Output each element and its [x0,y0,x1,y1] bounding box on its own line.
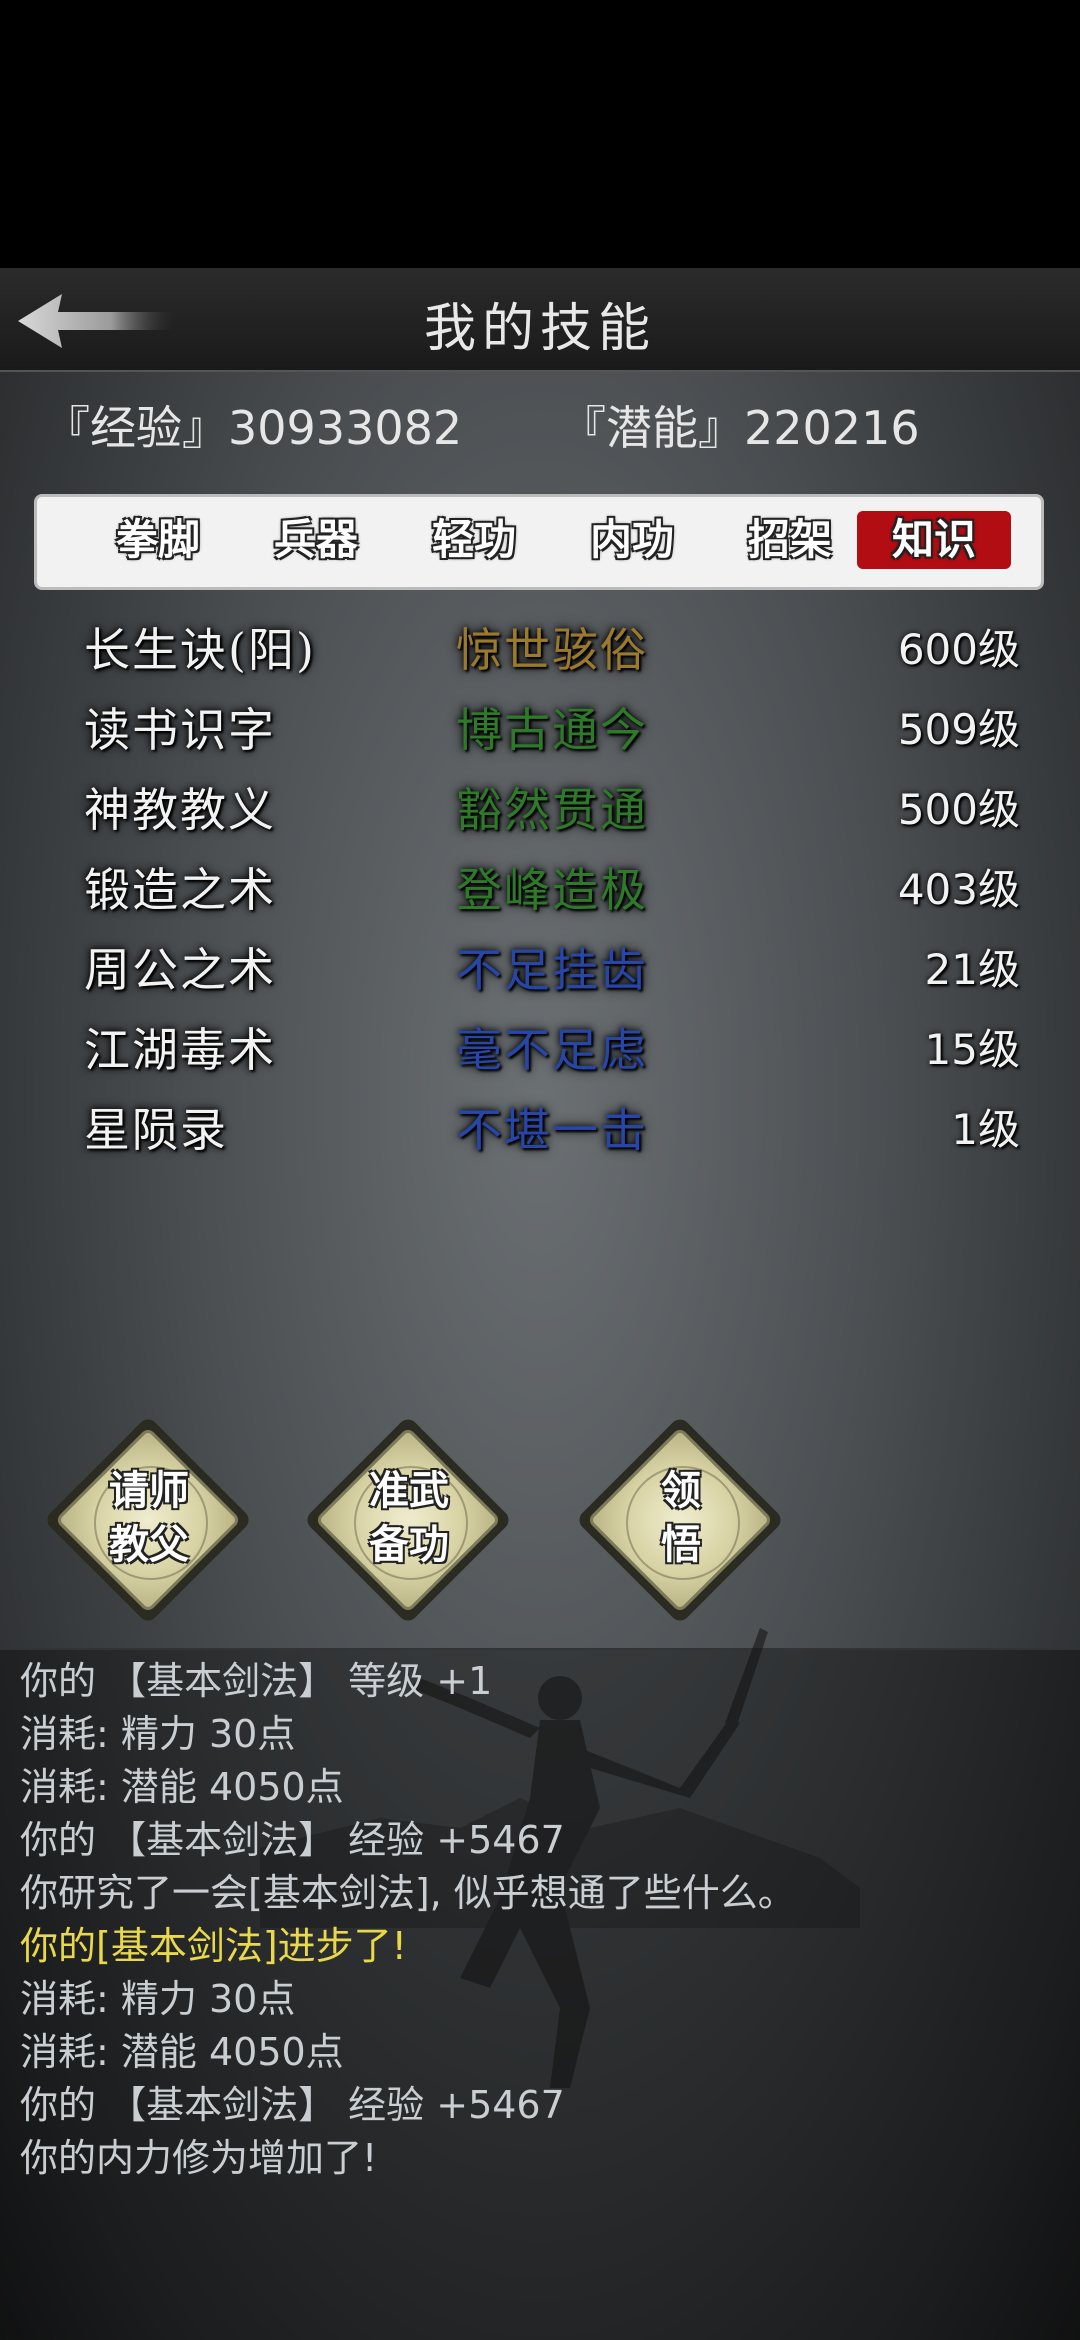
tab-fist[interactable]: 拳脚 [81,511,235,569]
label-line2: 教父 [109,1522,189,1568]
comprehend-button[interactable]: 领 悟 [575,1415,786,1626]
skill-row[interactable]: 读书识字 博古通今 509级 [0,688,1080,768]
prepare-skill-button[interactable]: 准武 备功 [303,1415,514,1626]
log-line: 你的内力修为增加了! [20,2136,378,2180]
status-bar-area [0,0,1080,268]
label-line2: 悟 [661,1522,701,1568]
tab-knowledge[interactable]: 知识 [857,511,1011,569]
skill-row[interactable]: 江湖毒术 毫不足虑 15级 [0,1008,1080,1088]
skill-level: 500级 [897,785,1020,834]
label-line1: 准武 [369,1468,449,1514]
skill-level: 403级 [897,865,1020,914]
log-line: 你的 【基本剑法】 等级 +1 [20,1659,493,1703]
log-line: 你的 【基本剑法】 经验 +5467 [20,2083,565,2127]
stats-row: 『经验』30933082 『潜能』220216 [44,392,1040,462]
label-line1: 领 [661,1468,701,1514]
skill-rank: 毫不足虑 [456,1023,648,1077]
skill-level: 21级 [924,945,1020,994]
log-line: 你研究了一会[基本剑法], 似乎想通了些什么。 [20,1871,796,1915]
skill-name: 周公之术 [84,943,276,997]
skill-category-tabs: 拳脚 兵器 轻功 内功 招架 知识 [34,494,1044,590]
skills-screen: 我的技能 『经验』30933082 『潜能』220216 拳脚 兵器 轻功 内功… [0,268,1080,2340]
page-title: 我的技能 [423,299,656,359]
skill-rank: 不足挂齿 [456,943,648,997]
skill-row[interactable]: 神教教义 豁然贯通 500级 [0,768,1080,848]
skill-level: 1级 [951,1105,1020,1154]
skill-row[interactable]: 星陨录 不堪一击 1级 [0,1088,1080,1168]
button-label: 领 悟 [576,1464,786,1572]
skill-level: 15级 [924,1025,1020,1074]
tab-parry[interactable]: 招架 [713,511,867,569]
skill-rank: 博古通今 [456,703,648,757]
potential-value: 『潜能』220216 [560,401,920,455]
skill-name: 读书识字 [84,703,276,757]
skill-name: 长生诀(阳) [84,623,316,677]
label-line2: 备功 [369,1522,449,1568]
skill-rank: 不堪一击 [456,1103,648,1157]
button-label: 请师 教父 [44,1464,254,1572]
skill-name: 江湖毒术 [84,1023,276,1077]
tab-inner[interactable]: 内功 [555,511,709,569]
skill-rank: 豁然贯通 [456,783,648,837]
skill-rank: 登峰造极 [456,863,648,917]
skill-name: 神教教义 [84,783,276,837]
tab-weapon[interactable]: 兵器 [239,511,393,569]
skill-name: 星陨录 [84,1103,228,1157]
experience-value: 『经验』30933082 [44,401,463,455]
skill-level: 600级 [897,625,1020,674]
header-bar: 我的技能 [0,268,1080,372]
button-label: 准武 备功 [304,1464,514,1572]
skill-row[interactable]: 长生诀(阳) 惊世骇俗 600级 [0,608,1080,688]
log-line: 你的 【基本剑法】 经验 +5467 [20,1818,565,1862]
skill-rank: 惊世骇俗 [456,623,648,677]
log-line: 消耗: 潜能 4050点 [20,2030,344,2074]
log-line: 消耗: 精力 30点 [20,1712,296,1756]
skill-level: 509级 [897,705,1020,754]
log-line: 消耗: 精力 30点 [20,1977,296,2021]
label-line1: 请师 [109,1468,189,1514]
seek-master-button[interactable]: 请师 教父 [43,1415,254,1626]
skill-name: 锻造之术 [84,863,276,917]
skill-row[interactable]: 周公之术 不足挂齿 21级 [0,928,1080,1008]
skill-row[interactable]: 锻造之术 登峰造极 403级 [0,848,1080,928]
tab-lightness[interactable]: 轻功 [397,511,551,569]
log-line-highlight: 你的[基本剑法]进步了! [20,1924,407,1968]
log-line: 消耗: 潜能 4050点 [20,1765,344,1809]
